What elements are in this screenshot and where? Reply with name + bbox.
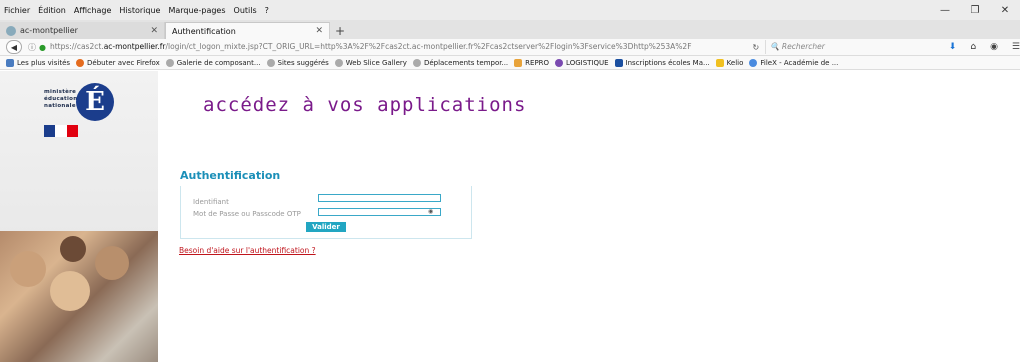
repro-icon — [514, 58, 523, 67]
bookmark-label: Sites suggérés — [277, 58, 329, 67]
identifiant-label: Identifiant — [193, 198, 229, 206]
bookmark-label: Déplacements tempor... — [423, 58, 509, 67]
e-logo-icon: É — [76, 83, 114, 121]
close-window-icon[interactable]: ✕ — [990, 0, 1020, 20]
tab-label: ac-montpellier — [20, 26, 78, 35]
bookmark-label: FileX - Académie de ... — [760, 58, 839, 67]
navigation-bar: ◀ ⓘ ● https://cas2ct.ac-montpellier.fr/l… — [0, 39, 1020, 56]
bookmark-label: LOGISTIQUE — [566, 58, 609, 67]
toolbar-icons: ⬇ ⌂ ◉ ☰ — [949, 42, 1020, 52]
hamburger-menu-icon[interactable]: ☰ — [1012, 42, 1020, 52]
bookmark-label: REPRO — [525, 58, 550, 67]
tab-bar: ac-montpellier ✕ Authentification ✕ + — [0, 20, 1020, 39]
password-label: Mot de Passe ou Passcode OTP — [193, 210, 301, 218]
bookmark-label: Les plus visités — [17, 58, 71, 67]
password-input[interactable] — [318, 208, 441, 216]
logistique-icon — [555, 58, 564, 67]
tab-authentification[interactable]: Authentification ✕ — [165, 22, 330, 39]
bookmark-most-visited[interactable]: Les plus visités — [6, 58, 71, 67]
tab-close-icon[interactable]: ✕ — [315, 26, 323, 36]
bookmark-galerie[interactable]: Galerie de composant... — [165, 58, 261, 67]
auth-title: Authentification — [180, 169, 281, 182]
menu-edition[interactable]: Édition — [34, 6, 70, 15]
globe-icon — [165, 58, 174, 67]
download-icon[interactable]: ⬇ — [949, 42, 957, 52]
logo-line: nationale — [44, 103, 76, 109]
bookmark-firefox[interactable]: Débuter avec Firefox — [76, 58, 160, 67]
eye-icon[interactable]: ◉ — [428, 208, 433, 215]
site-favicon-icon — [6, 25, 16, 36]
search-input[interactable]: 🔍 Rechercher — [765, 40, 925, 54]
logo-text: ministère éducation nationale — [44, 89, 77, 110]
menu-affichage[interactable]: Affichage — [70, 6, 116, 15]
bookmark-label: Galerie de composant... — [176, 58, 261, 67]
google-icon — [749, 58, 758, 67]
marianne-flag-icon — [44, 125, 78, 137]
bookmark-label: Kelio — [726, 58, 744, 67]
pocket-icon[interactable]: ◉ — [990, 42, 998, 52]
validate-button[interactable]: Valider — [306, 222, 346, 232]
url-domain: ac-montpellier.fr — [103, 42, 166, 51]
menu-marque-pages[interactable]: Marque-pages — [164, 6, 229, 15]
logo-line: éducation — [44, 96, 78, 102]
url-rest: /login/ct_logon_mixte.jsp?CT_ORIG_URL=ht… — [165, 42, 692, 51]
bookmark-sites-suggeres[interactable]: Sites suggérés — [266, 58, 329, 67]
bookmark-kelio[interactable]: Kelio — [715, 58, 744, 67]
globe-icon — [266, 58, 275, 67]
page-tagline: accédez à vos applications — [203, 94, 527, 116]
tab-ac-montpellier[interactable]: ac-montpellier ✕ — [0, 22, 165, 39]
bookmark-repro[interactable]: REPRO — [514, 58, 550, 67]
children-photo — [0, 231, 158, 362]
star-icon — [715, 58, 724, 67]
bookmark-logistique[interactable]: LOGISTIQUE — [555, 58, 609, 67]
new-tab-button[interactable]: + — [330, 22, 350, 39]
home-icon[interactable]: ⌂ — [970, 42, 976, 52]
bookmarks-bar: Les plus visités Débuter avec Firefox Ga… — [0, 56, 1020, 70]
menu-outils[interactable]: Outils — [230, 6, 261, 15]
bookmark-deplacements[interactable]: Déplacements tempor... — [412, 58, 509, 67]
inscriptions-icon — [614, 58, 623, 67]
bookmark-filex[interactable]: FileX - Académie de ... — [749, 58, 839, 67]
back-arrow-icon[interactable]: ◀ — [6, 40, 22, 54]
info-icon[interactable]: ⓘ — [28, 42, 36, 53]
bookmark-folder-icon — [6, 58, 14, 67]
bookmark-inscriptions[interactable]: Inscriptions écoles Ma... — [614, 58, 710, 67]
globe-icon — [334, 58, 343, 67]
window-controls: — ❐ ✕ — [930, 0, 1020, 20]
firefox-icon — [76, 58, 85, 67]
bookmark-label: Débuter avec Firefox — [87, 58, 160, 67]
menu-help[interactable]: ? — [261, 6, 273, 15]
minimize-icon[interactable]: — — [930, 0, 960, 20]
menu-fichier[interactable]: Fichier — [0, 6, 34, 15]
bookmark-label: Inscriptions écoles Ma... — [625, 58, 710, 67]
menu-bar: Fichier Édition Affichage Historique Mar… — [0, 0, 1020, 20]
bookmark-label: Web Slice Gallery — [345, 58, 407, 67]
lock-icon[interactable]: ● — [39, 43, 46, 52]
page-content: ministère éducation nationale É accédez … — [0, 71, 1020, 362]
tab-close-icon[interactable]: ✕ — [150, 26, 158, 36]
url-bar[interactable]: https://cas2ct.ac-montpellier.fr/login/c… — [50, 40, 738, 54]
tab-label: Authentification — [172, 26, 236, 36]
search-placeholder: Rechercher — [781, 42, 825, 51]
url-prefix: https://cas2ct. — [49, 42, 104, 51]
identifiant-input[interactable] — [318, 194, 441, 202]
globe-icon — [412, 58, 421, 67]
maximize-icon[interactable]: ❐ — [960, 0, 990, 20]
bookmark-web-slice[interactable]: Web Slice Gallery — [334, 58, 407, 67]
menu-historique[interactable]: Historique — [115, 6, 164, 15]
help-auth-link[interactable]: Besoin d'aide sur l'authentification ? — [179, 246, 316, 255]
reload-icon[interactable]: ↻ — [752, 43, 759, 52]
logo-line: ministère — [44, 89, 77, 95]
left-banner: ministère éducation nationale É — [0, 71, 158, 362]
